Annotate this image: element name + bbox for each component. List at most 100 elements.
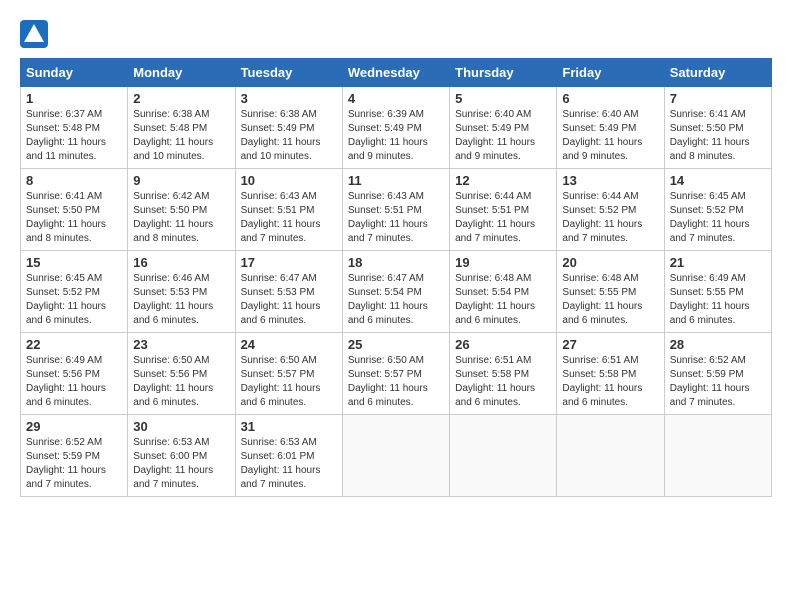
day-info: Sunrise: 6:43 AMSunset: 5:51 PMDaylight:…: [348, 190, 444, 246]
day-info: Sunrise: 6:51 AMSunset: 5:58 PMDaylight:…: [455, 354, 551, 410]
calendar-cell: 9 Sunrise: 6:42 AMSunset: 5:50 PMDaylight…: [128, 169, 235, 251]
calendar-week-row: 8 Sunrise: 6:41 AMSunset: 5:50 PMDaylight…: [21, 169, 772, 251]
day-number: 25: [348, 337, 444, 352]
day-number: 27: [562, 337, 658, 352]
logo: [20, 20, 52, 48]
day-number: 9: [133, 173, 229, 188]
day-number: 26: [455, 337, 551, 352]
header-saturday: Saturday: [664, 59, 771, 87]
day-number: 14: [670, 173, 766, 188]
calendar-cell: 1 Sunrise: 6:37 AMSunset: 5:48 PMDaylight…: [21, 87, 128, 169]
day-number: 3: [241, 91, 337, 106]
calendar-table: SundayMondayTuesdayWednesdayThursdayFrid…: [20, 58, 772, 497]
day-info: Sunrise: 6:51 AMSunset: 5:58 PMDaylight:…: [562, 354, 658, 410]
day-info: Sunrise: 6:38 AMSunset: 5:48 PMDaylight:…: [133, 108, 229, 164]
calendar-cell: [450, 415, 557, 497]
day-number: 21: [670, 255, 766, 270]
day-number: 2: [133, 91, 229, 106]
day-number: 8: [26, 173, 122, 188]
day-info: Sunrise: 6:38 AMSunset: 5:49 PMDaylight:…: [241, 108, 337, 164]
day-info: Sunrise: 6:44 AMSunset: 5:52 PMDaylight:…: [562, 190, 658, 246]
calendar-cell: 3 Sunrise: 6:38 AMSunset: 5:49 PMDaylight…: [235, 87, 342, 169]
header-monday: Monday: [128, 59, 235, 87]
day-info: Sunrise: 6:52 AMSunset: 5:59 PMDaylight:…: [26, 436, 122, 492]
calendar-cell: 13Sunrise: 6:44 AMSunset: 5:52 PMDayligh…: [557, 169, 664, 251]
calendar-week-row: 29 Sunrise: 6:52 AMSunset: 5:59 PMDayligh…: [21, 415, 772, 497]
calendar-week-row: 22 Sunrise: 6:49 AMSunset: 5:56 PMDayligh…: [21, 333, 772, 415]
day-info: Sunrise: 6:48 AMSunset: 5:54 PMDaylight:…: [455, 272, 551, 328]
calendar-cell: 27 Sunrise: 6:51 AMSunset: 5:58 PMDayligh…: [557, 333, 664, 415]
calendar-cell: 30 Sunrise: 6:53 AMSunset: 6:00 PMDayligh…: [128, 415, 235, 497]
calendar-cell: 11 Sunrise: 6:43 AMSunset: 5:51 PMDayligh…: [342, 169, 449, 251]
day-info: Sunrise: 6:52 AMSunset: 5:59 PMDaylight:…: [670, 354, 766, 410]
calendar-cell: [557, 415, 664, 497]
day-info: Sunrise: 6:43 AMSunset: 5:51 PMDaylight:…: [241, 190, 337, 246]
calendar-cell: 19 Sunrise: 6:48 AMSunset: 5:54 PMDayligh…: [450, 251, 557, 333]
day-number: 22: [26, 337, 122, 352]
day-info: Sunrise: 6:45 AMSunset: 5:52 PMDaylight:…: [670, 190, 766, 246]
day-number: 28: [670, 337, 766, 352]
calendar-cell: 8 Sunrise: 6:41 AMSunset: 5:50 PMDaylight…: [21, 169, 128, 251]
day-number: 1: [26, 91, 122, 106]
page-header: [20, 20, 772, 48]
day-info: Sunrise: 6:49 AMSunset: 5:56 PMDaylight:…: [26, 354, 122, 410]
day-number: 31: [241, 419, 337, 434]
day-number: 12: [455, 173, 551, 188]
day-info: Sunrise: 6:53 AMSunset: 6:01 PMDaylight:…: [241, 436, 337, 492]
day-number: 17: [241, 255, 337, 270]
day-info: Sunrise: 6:47 AMSunset: 5:54 PMDaylight:…: [348, 272, 444, 328]
day-info: Sunrise: 6:40 AMSunset: 5:49 PMDaylight:…: [455, 108, 551, 164]
day-info: Sunrise: 6:50 AMSunset: 5:57 PMDaylight:…: [348, 354, 444, 410]
calendar-cell: 23 Sunrise: 6:50 AMSunset: 5:56 PMDayligh…: [128, 333, 235, 415]
day-info: Sunrise: 6:45 AMSunset: 5:52 PMDaylight:…: [26, 272, 122, 328]
calendar-cell: 17 Sunrise: 6:47 AMSunset: 5:53 PMDayligh…: [235, 251, 342, 333]
calendar-cell: 15 Sunrise: 6:45 AMSunset: 5:52 PMDayligh…: [21, 251, 128, 333]
calendar-cell: [664, 415, 771, 497]
calendar-cell: 24 Sunrise: 6:50 AMSunset: 5:57 PMDayligh…: [235, 333, 342, 415]
day-info: Sunrise: 6:50 AMSunset: 5:56 PMDaylight:…: [133, 354, 229, 410]
calendar-cell: 10 Sunrise: 6:43 AMSunset: 5:51 PMDayligh…: [235, 169, 342, 251]
day-number: 10: [241, 173, 337, 188]
header-sunday: Sunday: [21, 59, 128, 87]
header-wednesday: Wednesday: [342, 59, 449, 87]
day-info: Sunrise: 6:46 AMSunset: 5:53 PMDaylight:…: [133, 272, 229, 328]
day-number: 29: [26, 419, 122, 434]
day-info: Sunrise: 6:39 AMSunset: 5:49 PMDaylight:…: [348, 108, 444, 164]
day-number: 19: [455, 255, 551, 270]
day-info: Sunrise: 6:41 AMSunset: 5:50 PMDaylight:…: [26, 190, 122, 246]
day-number: 23: [133, 337, 229, 352]
calendar-cell: 16 Sunrise: 6:46 AMSunset: 5:53 PMDayligh…: [128, 251, 235, 333]
logo-icon: [20, 20, 48, 48]
calendar-week-row: 1 Sunrise: 6:37 AMSunset: 5:48 PMDaylight…: [21, 87, 772, 169]
day-info: Sunrise: 6:49 AMSunset: 5:55 PMDaylight:…: [670, 272, 766, 328]
calendar-cell: 20 Sunrise: 6:48 AMSunset: 5:55 PMDayligh…: [557, 251, 664, 333]
header-thursday: Thursday: [450, 59, 557, 87]
calendar-header-row: SundayMondayTuesdayWednesdayThursdayFrid…: [21, 59, 772, 87]
calendar-cell: 12 Sunrise: 6:44 AMSunset: 5:51 PMDayligh…: [450, 169, 557, 251]
header-friday: Friday: [557, 59, 664, 87]
calendar-week-row: 15 Sunrise: 6:45 AMSunset: 5:52 PMDayligh…: [21, 251, 772, 333]
day-info: Sunrise: 6:53 AMSunset: 6:00 PMDaylight:…: [133, 436, 229, 492]
day-info: Sunrise: 6:50 AMSunset: 5:57 PMDaylight:…: [241, 354, 337, 410]
calendar-cell: 21 Sunrise: 6:49 AMSunset: 5:55 PMDayligh…: [664, 251, 771, 333]
day-info: Sunrise: 6:42 AMSunset: 5:50 PMDaylight:…: [133, 190, 229, 246]
day-number: 18: [348, 255, 444, 270]
calendar-cell: 6Sunrise: 6:40 AMSunset: 5:49 PMDaylight…: [557, 87, 664, 169]
day-number: 16: [133, 255, 229, 270]
calendar-cell: 26 Sunrise: 6:51 AMSunset: 5:58 PMDayligh…: [450, 333, 557, 415]
day-number: 15: [26, 255, 122, 270]
calendar-cell: 7Sunrise: 6:41 AMSunset: 5:50 PMDaylight…: [664, 87, 771, 169]
calendar-cell: 5Sunrise: 6:40 AMSunset: 5:49 PMDaylight…: [450, 87, 557, 169]
calendar-cell: 29 Sunrise: 6:52 AMSunset: 5:59 PMDayligh…: [21, 415, 128, 497]
day-info: Sunrise: 6:37 AMSunset: 5:48 PMDaylight:…: [26, 108, 122, 164]
day-info: Sunrise: 6:44 AMSunset: 5:51 PMDaylight:…: [455, 190, 551, 246]
day-number: 24: [241, 337, 337, 352]
day-number: 11: [348, 173, 444, 188]
day-info: Sunrise: 6:41 AMSunset: 5:50 PMDaylight:…: [670, 108, 766, 164]
day-info: Sunrise: 6:47 AMSunset: 5:53 PMDaylight:…: [241, 272, 337, 328]
day-number: 20: [562, 255, 658, 270]
day-number: 30: [133, 419, 229, 434]
day-number: 6: [562, 91, 658, 106]
calendar-cell: 22 Sunrise: 6:49 AMSunset: 5:56 PMDayligh…: [21, 333, 128, 415]
day-info: Sunrise: 6:48 AMSunset: 5:55 PMDaylight:…: [562, 272, 658, 328]
